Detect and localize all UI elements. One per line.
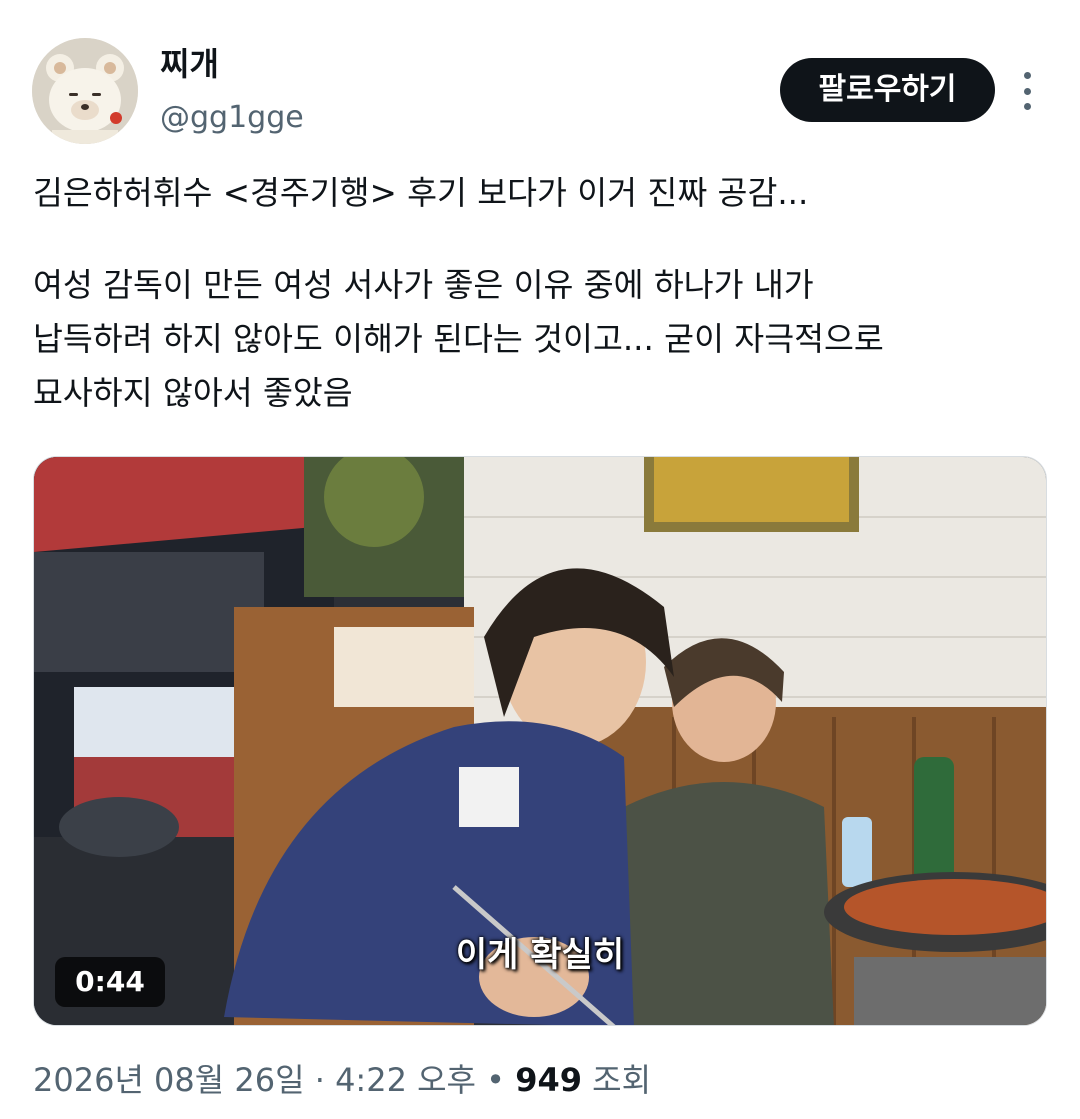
more-dot [1023,103,1031,110]
more-dot [1023,72,1031,79]
more-vertical-icon[interactable] [1010,68,1044,114]
tweet-line: 묘사하지 않아서 좋았음 [33,374,353,412]
follow-button[interactable]: 팔로우하기 [780,58,995,122]
tweet-line: 여성 감독이 만든 여성 서사가 좋은 이유 중에 하나가 내가 [33,266,814,304]
tweet-time[interactable]: 4:22 오후 [335,1061,476,1099]
tweet-line: 납득하려 하지 않아도 이해가 된다는 것이고... 굳이 자극적으로 [33,320,884,358]
avatar-bear-image [32,38,138,144]
tweet-meta: 2026년 08월 26일 · 4:22 오후 • 949 조회 [33,1058,651,1102]
video-subtitle: 이게 확실히 [455,935,625,975]
video-duration-badge: 0:44 [55,957,165,1007]
view-count: 949 [515,1061,582,1099]
meta-separator: · [304,1061,336,1099]
tweet-line: 김은하허휘수 <경주기행> 후기 보다가 이거 진짜 공감... [33,174,809,212]
author-display-name[interactable]: 찌개 [160,44,219,84]
view-count-label: 조회 [582,1061,652,1099]
video-player[interactable]: 이게 확실히 0:44 [33,456,1047,1026]
tweet-date[interactable]: 2026년 08월 26일 [33,1061,305,1099]
author-handle[interactable]: @gg1gge [160,98,304,138]
tweet-text: 김은하허휘수 <경주기행> 후기 보다가 이거 진짜 공감... 여성 감독이 … [33,166,1043,420]
avatar[interactable] [32,38,138,144]
more-dot [1023,87,1031,95]
meta-separator: • [475,1061,516,1099]
